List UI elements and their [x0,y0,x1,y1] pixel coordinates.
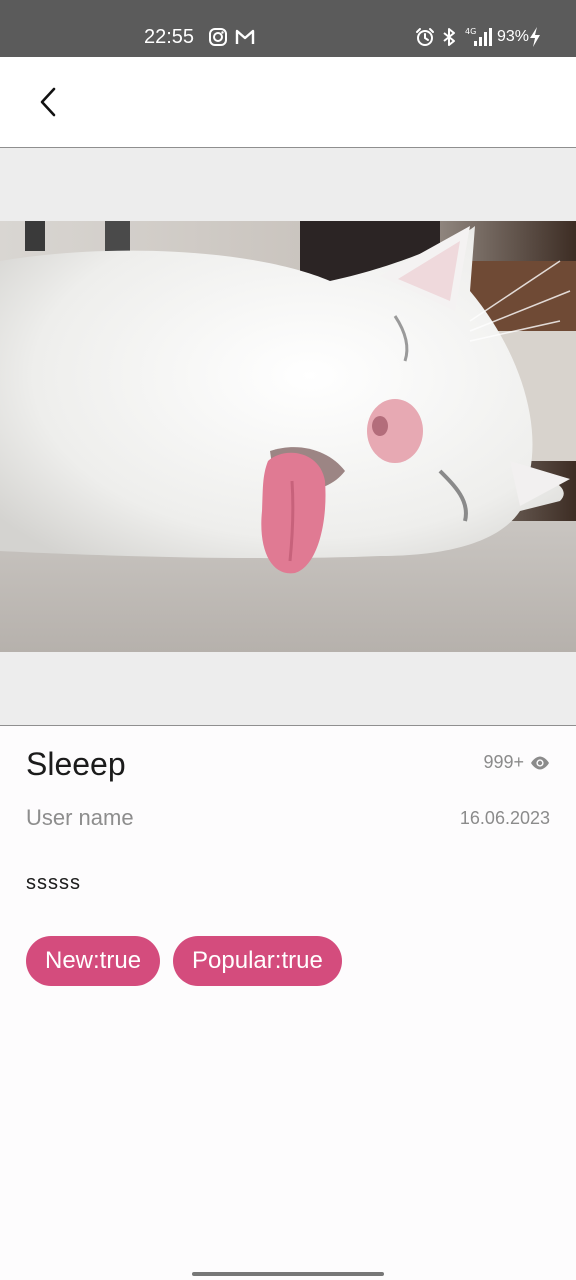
views-counter: 999+ [483,752,550,773]
back-button[interactable] [26,79,72,125]
tag-chips: New:true Popular:true [26,936,342,986]
tag-chip-new[interactable]: New:true [26,936,161,986]
status-bar: 22:55 4G 93% [0,0,576,57]
alarm-icon [416,28,434,46]
tag-chip-popular[interactable]: Popular:true [173,936,342,986]
eye-icon [531,756,549,769]
home-indicator[interactable] [192,1272,384,1276]
views-count: 999+ [483,752,524,772]
post-description: sssss [26,872,81,894]
status-time: 22:55 [144,26,195,48]
svg-text:4G: 4G [465,27,476,36]
charging-icon [530,27,540,47]
gmail-icon [235,29,255,44]
battery-level: 93% [497,28,530,45]
photo-container [0,148,576,726]
user-name: User name [26,805,134,830]
cat-photo [0,221,576,652]
post-details: Sleeep 999+ User name 16.06.2023 sssss N… [0,726,576,1280]
signal-4g-icon: 4G [465,27,492,46]
app-bar [0,57,576,148]
post-title: Sleeep [26,746,126,782]
post-date: 16.06.2023 [459,808,550,828]
bluetooth-icon [443,28,455,46]
instagram-icon [209,28,227,46]
chevron-left-icon [40,87,56,117]
